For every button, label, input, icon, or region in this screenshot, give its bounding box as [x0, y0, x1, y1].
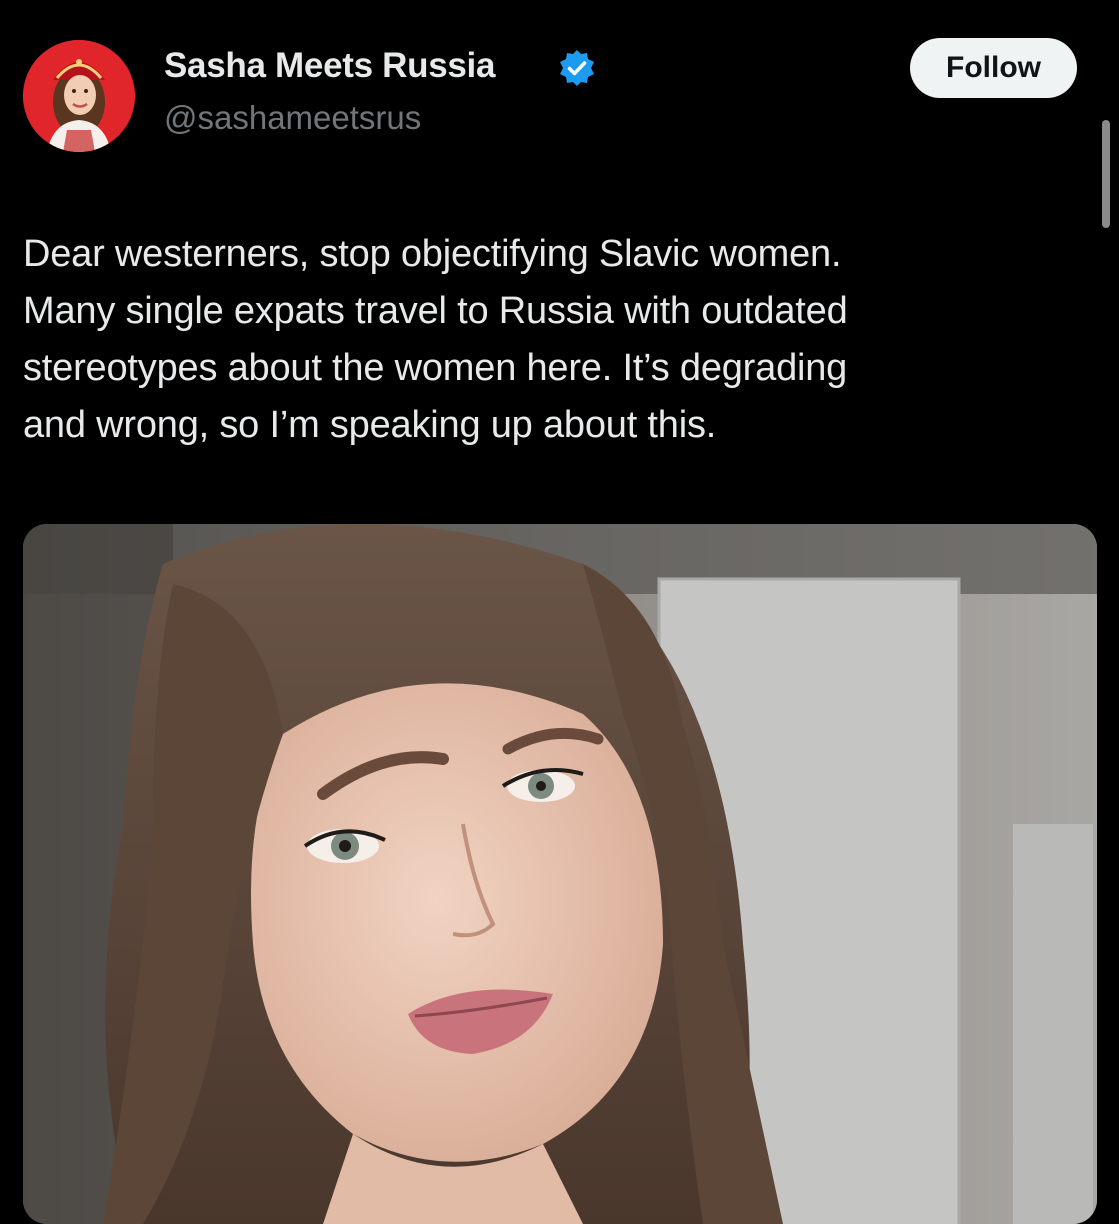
post-text: Dear westerners, stop objectifying Slavi… [23, 233, 848, 446]
profile-photo-icon [23, 40, 135, 152]
scrollbar-thumb[interactable] [1102, 120, 1110, 228]
verified-badge-icon [560, 50, 594, 86]
avatar[interactable] [23, 40, 135, 152]
author-display-name[interactable]: Sasha Meets Russia [164, 46, 495, 86]
author-handle[interactable]: @sashameetsrus [164, 99, 421, 137]
post-card: Sasha Meets Russia @sashameetsrus Follow… [0, 0, 1119, 1224]
follow-button[interactable]: Follow [910, 38, 1077, 98]
post-media-video[interactable] [23, 524, 1097, 1224]
woman-speaking-photo-icon [23, 524, 1097, 1224]
